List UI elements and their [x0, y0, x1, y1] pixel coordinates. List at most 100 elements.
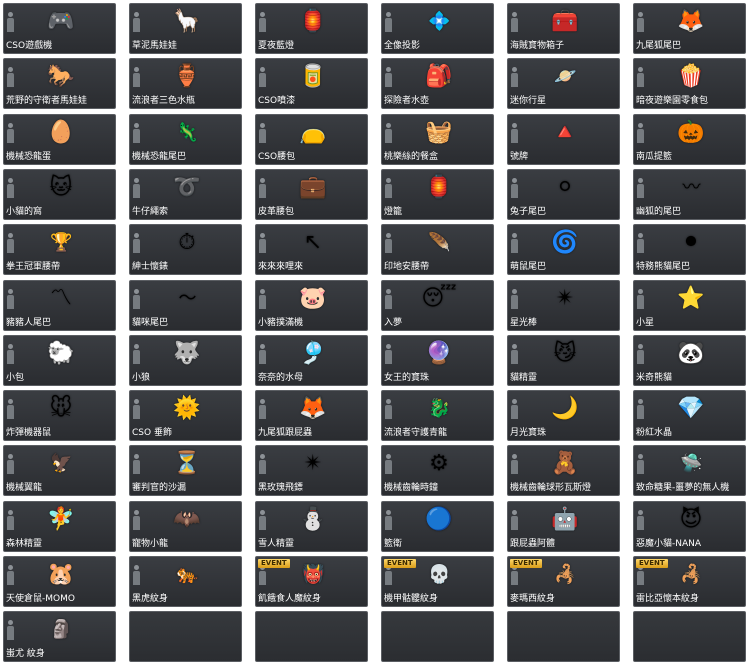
item-slot[interactable]: 🏮 燈籠	[381, 169, 494, 220]
item-slot[interactable]: 〰幽狐的尾巴	[633, 169, 746, 220]
item-slot[interactable]: 😴 入夢	[381, 280, 494, 331]
empty-item-slot[interactable]	[507, 611, 620, 662]
item-slot[interactable]: 🦙 草泥馬娃娃	[129, 3, 242, 54]
item-slot[interactable]: 💠 全像投影	[381, 3, 494, 54]
panda-icon: 🐼	[677, 341, 705, 366]
item-slot[interactable]: 😈 惡魔小貓-NANA	[633, 501, 746, 552]
item-slot[interactable]: ⭐ 小星	[633, 280, 746, 331]
item-slot[interactable]: 🛸 致命糖果-噩夢的無人機	[633, 445, 746, 496]
item-slot[interactable]: ⏳ 審判官的沙漏	[129, 445, 242, 496]
rabbit-tail-icon: ⚪	[555, 175, 575, 200]
item-slot[interactable]: 🎐 奈奈的水母	[255, 335, 368, 386]
character-slot-icon	[133, 123, 141, 145]
character-slot-icon	[133, 510, 141, 532]
cso-pendant-icon: 🌞	[173, 396, 201, 421]
item-slot[interactable]: 💼 皮革腰包	[255, 169, 368, 220]
item-label: 機甲骷髏紋身	[384, 594, 439, 604]
item-slot[interactable]: 🌙 月光寶珠	[507, 390, 620, 441]
star-wand-icon: ✴	[555, 286, 575, 311]
item-slot[interactable]: 🐑 小包	[3, 335, 116, 386]
item-slot[interactable]: 🦊 九尾狐跟屁蟲	[255, 390, 368, 441]
little-wolf-icon: 🐺	[173, 341, 201, 366]
item-slot[interactable]: 🎮 CSO遊戲機	[3, 3, 116, 54]
item-slot[interactable]: ↖ 來來來哩來	[255, 224, 368, 275]
little-star-icon: ⭐	[677, 286, 705, 311]
item-slot[interactable]: 🥫 CSO噴漆	[255, 58, 368, 109]
item-slot[interactable]: 〽豬豬人尾巴	[3, 280, 116, 331]
item-slot[interactable]: 🌀 萌鼠尾巴	[507, 224, 620, 275]
empty-item-slot[interactable]	[129, 611, 242, 662]
item-slot[interactable]: 🐎 荒野的守衛者馬娃娃	[3, 58, 116, 109]
character-slot-icon	[385, 178, 393, 200]
item-slot[interactable]: 🦎 機械恐龍尾巴	[129, 114, 242, 165]
blue-lantern-icon: 🏮	[299, 9, 327, 34]
item-slot[interactable]: 🍿 暗夜遊樂園零食包	[633, 58, 746, 109]
item-slot[interactable]: 🧸 機械齒輪球形瓦斯燈	[507, 445, 620, 496]
item-slot[interactable]: EVENT 👹 飢餓食人魔紋身	[255, 556, 368, 607]
item-label: 貓精靈	[510, 373, 538, 383]
item-slot[interactable]: 🪐 迷你行星	[507, 58, 620, 109]
item-slot[interactable]: 🦅 機械翼龍	[3, 445, 116, 496]
empty-item-slot[interactable]	[381, 611, 494, 662]
item-label: 迷你行星	[510, 96, 547, 106]
character-slot-icon	[7, 289, 15, 311]
item-slot[interactable]: EVENT 🦂 雷比亞懷本紋身	[633, 556, 746, 607]
demon-cat-icon: 😈	[679, 507, 703, 532]
character-slot-icon	[133, 233, 141, 255]
item-slot[interactable]: 🔮 女王的寶珠	[381, 335, 494, 386]
item-slot[interactable]: 🗿 蚩尤 紋身	[3, 611, 116, 662]
item-label: 寵物小龍	[132, 539, 169, 549]
item-slot[interactable]: 🐱 小貓的窩	[3, 169, 116, 220]
item-slot[interactable]: 🏺 流浪者三色水瓶	[129, 58, 242, 109]
item-slot[interactable]: 💎 粉紅水晶	[633, 390, 746, 441]
item-slot[interactable]: EVENT 🦂 麥瑪西紋身	[507, 556, 620, 607]
item-slot[interactable]: 🔺 號牌	[507, 114, 620, 165]
item-slot[interactable]: 😼 貓精靈	[507, 335, 620, 386]
item-slot[interactable]: 🧺 桃樂絲的餐盒	[381, 114, 494, 165]
item-slot[interactable]: ✴ 星光棒	[507, 280, 620, 331]
item-slot[interactable]: 🎒 探險者水壺	[381, 58, 494, 109]
character-slot-icon	[637, 12, 645, 34]
item-slot[interactable]: 🐹 天使倉鼠-MOMO	[3, 556, 116, 607]
item-slot[interactable]: 🧚 森林精靈	[3, 501, 116, 552]
item-slot[interactable]: ➰ 牛仔繩索	[129, 169, 242, 220]
item-slot[interactable]: 🦇 寵物小龍	[129, 501, 242, 552]
item-slot[interactable]: 🐷 小豬撲滿機	[255, 280, 368, 331]
character-slot-icon	[637, 67, 645, 89]
item-slot[interactable]: 🔵 籃衛	[381, 501, 494, 552]
item-slot[interactable]: ⚫ 特務熊貓尾巴	[633, 224, 746, 275]
item-slot[interactable]: ⏱ 紳士懷錶	[129, 224, 242, 275]
item-slot[interactable]: EVENT 💀 機甲骷髏紋身	[381, 556, 494, 607]
chiyou-tattoo-icon: 🗿	[50, 619, 72, 640]
item-slot[interactable]: 👝 CSO腰包	[255, 114, 368, 165]
item-slot[interactable]: 🏆 拳王冠軍腰帶	[3, 224, 116, 275]
character-slot-icon	[133, 399, 141, 421]
item-slot[interactable]: ⚙ 機械齒輪時鐘	[381, 445, 494, 496]
item-slot[interactable]: 〜貓咪尾巴	[129, 280, 242, 331]
character-slot-icon	[133, 289, 141, 311]
cat-bed-icon: 🐱	[49, 175, 73, 200]
item-slot[interactable]: 🐼 米奇熊貓	[633, 335, 746, 386]
item-slot[interactable]: 🐉 流浪者守護青龍	[381, 390, 494, 441]
item-label: 審判官的沙漏	[132, 483, 187, 493]
item-slot[interactable]: ✴ 黑玫瑰飛鏢	[255, 445, 368, 496]
snowman-icon: ⛄	[299, 507, 327, 532]
item-slot[interactable]: 🧰 海賊寶物箱子	[507, 3, 620, 54]
item-slot[interactable]: 🌞 CSO 垂飾	[129, 390, 242, 441]
item-slot[interactable]: ⛄ 雪人精靈	[255, 501, 368, 552]
item-slot[interactable]: 🥚 機械恐龍蛋	[3, 114, 116, 165]
item-slot[interactable]: ⚪ 兔子尾巴	[507, 169, 620, 220]
item-slot[interactable]: 🐅 黑虎紋身	[129, 556, 242, 607]
character-slot-icon	[259, 233, 267, 255]
item-slot[interactable]: 🦊 九尾狐尾巴	[633, 3, 746, 54]
item-slot[interactable]: 🐭 炸彈機器鼠	[3, 390, 116, 441]
item-slot[interactable]: 🏮 夏夜藍燈	[255, 3, 368, 54]
item-label: 皮革腰包	[258, 207, 295, 217]
item-slot[interactable]: 🎃 南瓜提籃	[633, 114, 746, 165]
item-slot[interactable]: 🪶 印地安腰帶	[381, 224, 494, 275]
item-slot[interactable]: 🤖 跟屁蟲阿體	[507, 501, 620, 552]
empty-item-slot[interactable]	[255, 611, 368, 662]
item-slot[interactable]: 🐺 小狼	[129, 335, 242, 386]
empty-item-slot[interactable]	[633, 611, 746, 662]
teddy-bear-icon: 🧸	[551, 451, 579, 476]
